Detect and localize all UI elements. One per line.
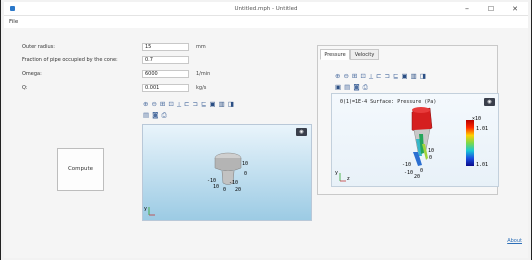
view-3d-icon[interactable]: ◨: [228, 100, 234, 108]
geometry-graphics[interactable]: 10 -10 0 10 -10 0 20 y ◉: [142, 124, 312, 221]
zoom-out-icon[interactable]: ⊖: [343, 72, 348, 80]
geometry-view: 10 -10 0 10 -10 0 20 y: [144, 152, 248, 216]
geo-y-label: y: [144, 206, 147, 212]
outer-radius-unit: mm: [196, 44, 206, 50]
view-xy-icon[interactable]: ⊏: [376, 72, 381, 80]
plot-axis-label: 20: [414, 174, 420, 180]
plot-axis-label: 10: [428, 148, 434, 154]
geo-axis-label: 20: [235, 187, 241, 193]
compute-button[interactable]: Compute: [57, 148, 104, 191]
menu-file[interactable]: File: [9, 19, 18, 25]
plot-z-label: z: [347, 176, 350, 182]
plot-axis-label: -10: [402, 162, 411, 168]
geo-axis-label: -10: [229, 180, 238, 186]
omega-label: Omega:: [22, 71, 42, 77]
geometry-toolbar: ⊕ ⊖ ⊞ ⊡ ⟂ ⊏ ⊐ ⊑ ▣ ▥ ◨: [143, 100, 237, 108]
fraction-input[interactable]: 0.7: [142, 56, 189, 64]
q-input[interactable]: 0.001: [142, 84, 189, 92]
view-yz-icon[interactable]: ⊐: [193, 100, 198, 108]
geo-axis-label: 0: [244, 171, 247, 177]
colorbar: [466, 120, 474, 166]
colorbar-max-label: 1.01: [476, 126, 488, 132]
omega-input[interactable]: 6000: [142, 70, 189, 78]
q-label: Q:: [22, 85, 28, 91]
camera-overlay-icon[interactable]: ◉: [484, 98, 495, 106]
transparency-icon[interactable]: ▤: [143, 111, 149, 119]
render-icon[interactable]: ▣: [402, 72, 408, 80]
geo-axis-label: 10: [213, 184, 219, 190]
zoom-out-icon[interactable]: ⊖: [151, 100, 156, 108]
axis-icon[interactable]: ⟂: [177, 100, 181, 108]
colorbar-min-label: 1.01: [476, 162, 488, 168]
title-bar: Untitled.mph - Untitled – ☐ ✕: [4, 2, 528, 16]
axis-icon[interactable]: ⟂: [369, 72, 373, 80]
q-unit: kg/s: [196, 85, 207, 91]
geo-axis-label: 0: [223, 187, 226, 193]
zoom-box-icon[interactable]: ⊞: [352, 72, 357, 80]
view-zx-icon[interactable]: ⊑: [393, 72, 398, 80]
plot-y-label: y: [335, 170, 338, 176]
plot-title: 0(1)=1E-4 Surface: Pressure (Pa): [340, 99, 437, 105]
zoom-box-icon[interactable]: ⊞: [160, 100, 165, 108]
menu-bar: [4, 16, 528, 28]
tab-velocity[interactable]: Velocity: [350, 49, 379, 60]
minimize-button[interactable]: –: [456, 3, 478, 15]
geo-axis-label: 10: [242, 161, 248, 167]
pressure-plot: 10 -10 0 -10 0 20 y z ×10 1.01 1.01: [335, 107, 488, 182]
print-icon[interactable]: ⎙: [161, 111, 166, 119]
plot-axis-label: 0: [420, 168, 423, 174]
tab-pressure[interactable]: Pressure: [320, 49, 350, 60]
about-link[interactable]: About: [507, 238, 522, 244]
view-yz-icon[interactable]: ⊐: [385, 72, 390, 80]
camera-icon[interactable]: ◙: [353, 83, 359, 91]
view-xy-icon[interactable]: ⊏: [184, 100, 189, 108]
transparency-icon[interactable]: ▣: [335, 83, 341, 91]
close-button[interactable]: ✕: [504, 3, 526, 15]
print-icon[interactable]: ⎙: [363, 83, 368, 91]
zoom-in-icon[interactable]: ⊕: [335, 72, 340, 80]
omega-unit: 1/min: [196, 71, 211, 77]
zoom-extents-icon[interactable]: ⊡: [168, 100, 173, 108]
layers-icon[interactable]: ▤: [344, 83, 350, 91]
results-toolbar-row2: ▣ ▤ ◙ ⎙: [335, 83, 371, 91]
maximize-button[interactable]: ☐: [480, 3, 502, 15]
render-icon[interactable]: ▣: [210, 100, 216, 108]
zoom-extents-icon[interactable]: ⊡: [360, 72, 365, 80]
plot-axis-label: 0: [429, 155, 432, 161]
wireframe-icon[interactable]: ▥: [411, 72, 417, 80]
camera-overlay-icon[interactable]: ◉: [296, 128, 307, 136]
window-title: Untitled.mph - Untitled: [234, 6, 298, 12]
zoom-in-icon[interactable]: ⊕: [143, 100, 148, 108]
results-toolbar: ⊕ ⊖ ⊞ ⊡ ⟂ ⊏ ⊐ ⊑ ▣ ▥ ◨: [335, 72, 429, 80]
outer-radius-input[interactable]: 15: [142, 43, 189, 51]
results-graphics[interactable]: 0(1)=1E-4 Surface: Pressure (Pa) 10 -10 …: [331, 93, 499, 187]
fraction-label: Fraction of pipe occupied by the cone:: [22, 57, 118, 63]
camera-icon[interactable]: ◙: [152, 111, 158, 119]
view-zx-icon[interactable]: ⊑: [201, 100, 206, 108]
wireframe-icon[interactable]: ▥: [219, 100, 225, 108]
plot-axis-label: -10: [404, 170, 413, 176]
geometry-toolbar-row2: ▤ ◙ ⎙: [143, 111, 170, 119]
view-3d-icon[interactable]: ◨: [420, 72, 426, 80]
outer-radius-label: Outer radius:: [22, 44, 55, 50]
